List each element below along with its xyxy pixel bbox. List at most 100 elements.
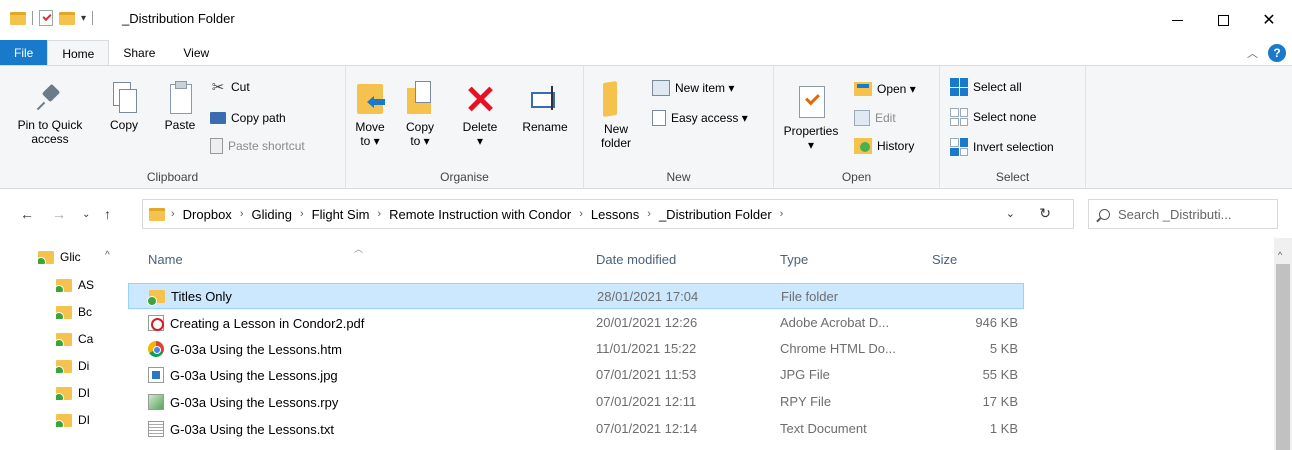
forward-arrow-icon[interactable]: → [52,206,66,222]
pin-to-quick-access-button[interactable]: Pin to Quick access [6,82,94,146]
nav-scroll-up-icon[interactable]: ^ [105,250,110,261]
refresh-icon[interactable]: ↻ [1039,205,1051,222]
properties-dropdown-arrow[interactable]: ▾ [776,138,846,152]
copy-to-icon [405,80,435,116]
breadcrumb-separator[interactable]: › [300,208,304,220]
breadcrumb-item[interactable]: _Distribution Folder [659,207,772,222]
delete-button[interactable]: Delete ▾ [454,80,506,148]
breadcrumb-separator[interactable]: › [377,208,381,220]
title-bar: ▾ _Distribution Folder ✕ [0,0,1292,40]
file-size: 5 KB [989,341,1018,356]
back-arrow-icon[interactable]: ← [20,206,34,222]
new-folder-quick-icon[interactable] [59,11,75,25]
nav-tree-item[interactable]: DI [56,386,126,400]
organise-group: Move to ▾ Copy to ▾ Delete ▾ Rename Orga… [346,66,584,188]
breadcrumb-separator[interactable]: › [780,208,784,220]
folder-icon [149,207,165,221]
file-row[interactable]: G-03a Using the Lessons.rpy 07/01/2021 1… [128,389,1024,415]
copy-button[interactable]: Copy [104,80,144,132]
easy-access-button[interactable]: Easy access ▾ [652,110,748,126]
customize-quick-access-button[interactable]: ▾ [81,13,86,24]
breadcrumb-separator[interactable]: › [647,208,651,220]
history-button[interactable]: History [854,138,914,154]
copy-to-button[interactable]: Copy to ▾ [402,80,438,148]
properties-quick-icon[interactable] [39,10,53,26]
nav-tree-item[interactable]: Di [56,359,126,373]
tab-share[interactable]: Share [109,40,169,66]
breadcrumb-item[interactable]: Gliding [251,207,291,222]
cut-button[interactable]: ✂ Cut [210,78,250,96]
file-name-cell: G-03a Using the Lessons.jpg [148,367,338,383]
file-row[interactable]: Creating a Lesson in Condor2.pdf 20/01/2… [128,310,1024,336]
breadcrumb-item[interactable]: Remote Instruction with Condor [389,207,571,222]
delete-dropdown-arrow[interactable]: ▾ [454,134,506,148]
select-none-icon [950,108,968,126]
nav-tree-item[interactable]: Glic [38,250,102,264]
edit-button[interactable]: Edit [854,110,896,126]
image-file-icon [148,367,164,383]
ribbon-tabs: File Home Share View ︿ ? [0,40,1292,66]
nav-tree-item-label: Di [78,359,90,373]
nav-tree-item-label: Bc [78,305,93,319]
nav-tree-item[interactable]: Bc [56,305,126,319]
folder-icon[interactable] [10,11,26,25]
help-icon[interactable]: ? [1268,44,1286,62]
close-button[interactable]: ✕ [1246,0,1292,40]
folder-icon [147,290,165,306]
tab-file[interactable]: File [0,40,48,66]
minimize-icon [1171,19,1183,21]
scroll-up-icon[interactable]: ^ [1278,250,1282,260]
properties-button[interactable]: Properties ▾ [776,82,846,152]
file-list-scrollbar[interactable]: ^ [1274,238,1292,450]
breadcrumb-item[interactable]: Dropbox [183,207,232,222]
file-row[interactable]: G-03a Using the Lessons.htm 11/01/2021 1… [128,336,1024,362]
up-arrow-icon[interactable]: ↑ [104,206,111,222]
file-name-cell: G-03a Using the Lessons.rpy [148,394,338,410]
file-row[interactable]: G-03a Using the Lessons.txt 07/01/2021 1… [128,416,1024,442]
rename-button[interactable]: Rename [516,80,574,134]
history-label: History [877,139,915,153]
nav-tree-item[interactable]: AS [56,278,126,292]
column-header-name[interactable]: Name [148,252,183,267]
paste-shortcut-icon [210,138,223,154]
tab-view[interactable]: View [169,40,223,66]
scrollbar-thumb[interactable] [1276,264,1290,450]
nav-tree-item[interactable]: DI [56,413,126,427]
move-to-icon [355,80,385,116]
collapse-ribbon-icon[interactable]: ︿ [1247,45,1258,61]
paste-shortcut-button[interactable]: Paste shortcut [210,138,305,154]
new-folder-button[interactable]: New folder [594,78,638,150]
maximize-button[interactable] [1200,0,1246,40]
tab-home[interactable]: Home [47,40,110,66]
recent-locations-chevron-icon[interactable]: ⌄ [82,209,90,220]
search-input[interactable]: Search _Distributi... [1118,207,1231,222]
move-to-button[interactable]: Move to ▾ [352,80,388,148]
address-dropdown-icon[interactable]: ⌄ [1006,207,1015,220]
breadcrumb-separator[interactable]: › [171,208,175,220]
breadcrumb-separator[interactable]: › [240,208,244,220]
invert-selection-icon [950,138,968,156]
select-all-button[interactable]: Select all [950,78,1022,96]
invert-selection-button[interactable]: Invert selection [950,138,1054,156]
column-header-type[interactable]: Type [780,252,808,267]
file-row[interactable]: Titles Only 28/01/2021 17:04 File folder [128,283,1024,309]
open-button[interactable]: Open ▾ [854,82,916,96]
new-item-button[interactable]: New item ▾ [652,80,734,96]
minimize-button[interactable] [1154,0,1200,40]
select-none-button[interactable]: Select none [950,108,1036,126]
delete-label: Delete [462,120,498,134]
paste-button[interactable]: Paste [158,80,202,132]
column-header-date-modified[interactable]: Date modified [596,252,676,267]
copy-path-button[interactable]: Copy path [210,111,286,125]
search-box[interactable]: Search _Distributi... [1088,199,1278,229]
rename-icon [527,80,563,116]
synced-folder-icon [56,386,72,400]
breadcrumb-separator[interactable]: › [579,208,583,220]
file-row[interactable]: G-03a Using the Lessons.jpg 07/01/2021 1… [128,362,1024,388]
breadcrumb-item[interactable]: Lessons [591,207,639,222]
file-type: Text Document [780,421,867,436]
column-header-size[interactable]: Size [932,252,957,267]
address-bar[interactable]: › Dropbox › Gliding › Flight Sim › Remot… [142,199,1074,229]
breadcrumb-item[interactable]: Flight Sim [312,207,370,222]
nav-tree-item[interactable]: Ca [56,332,126,346]
